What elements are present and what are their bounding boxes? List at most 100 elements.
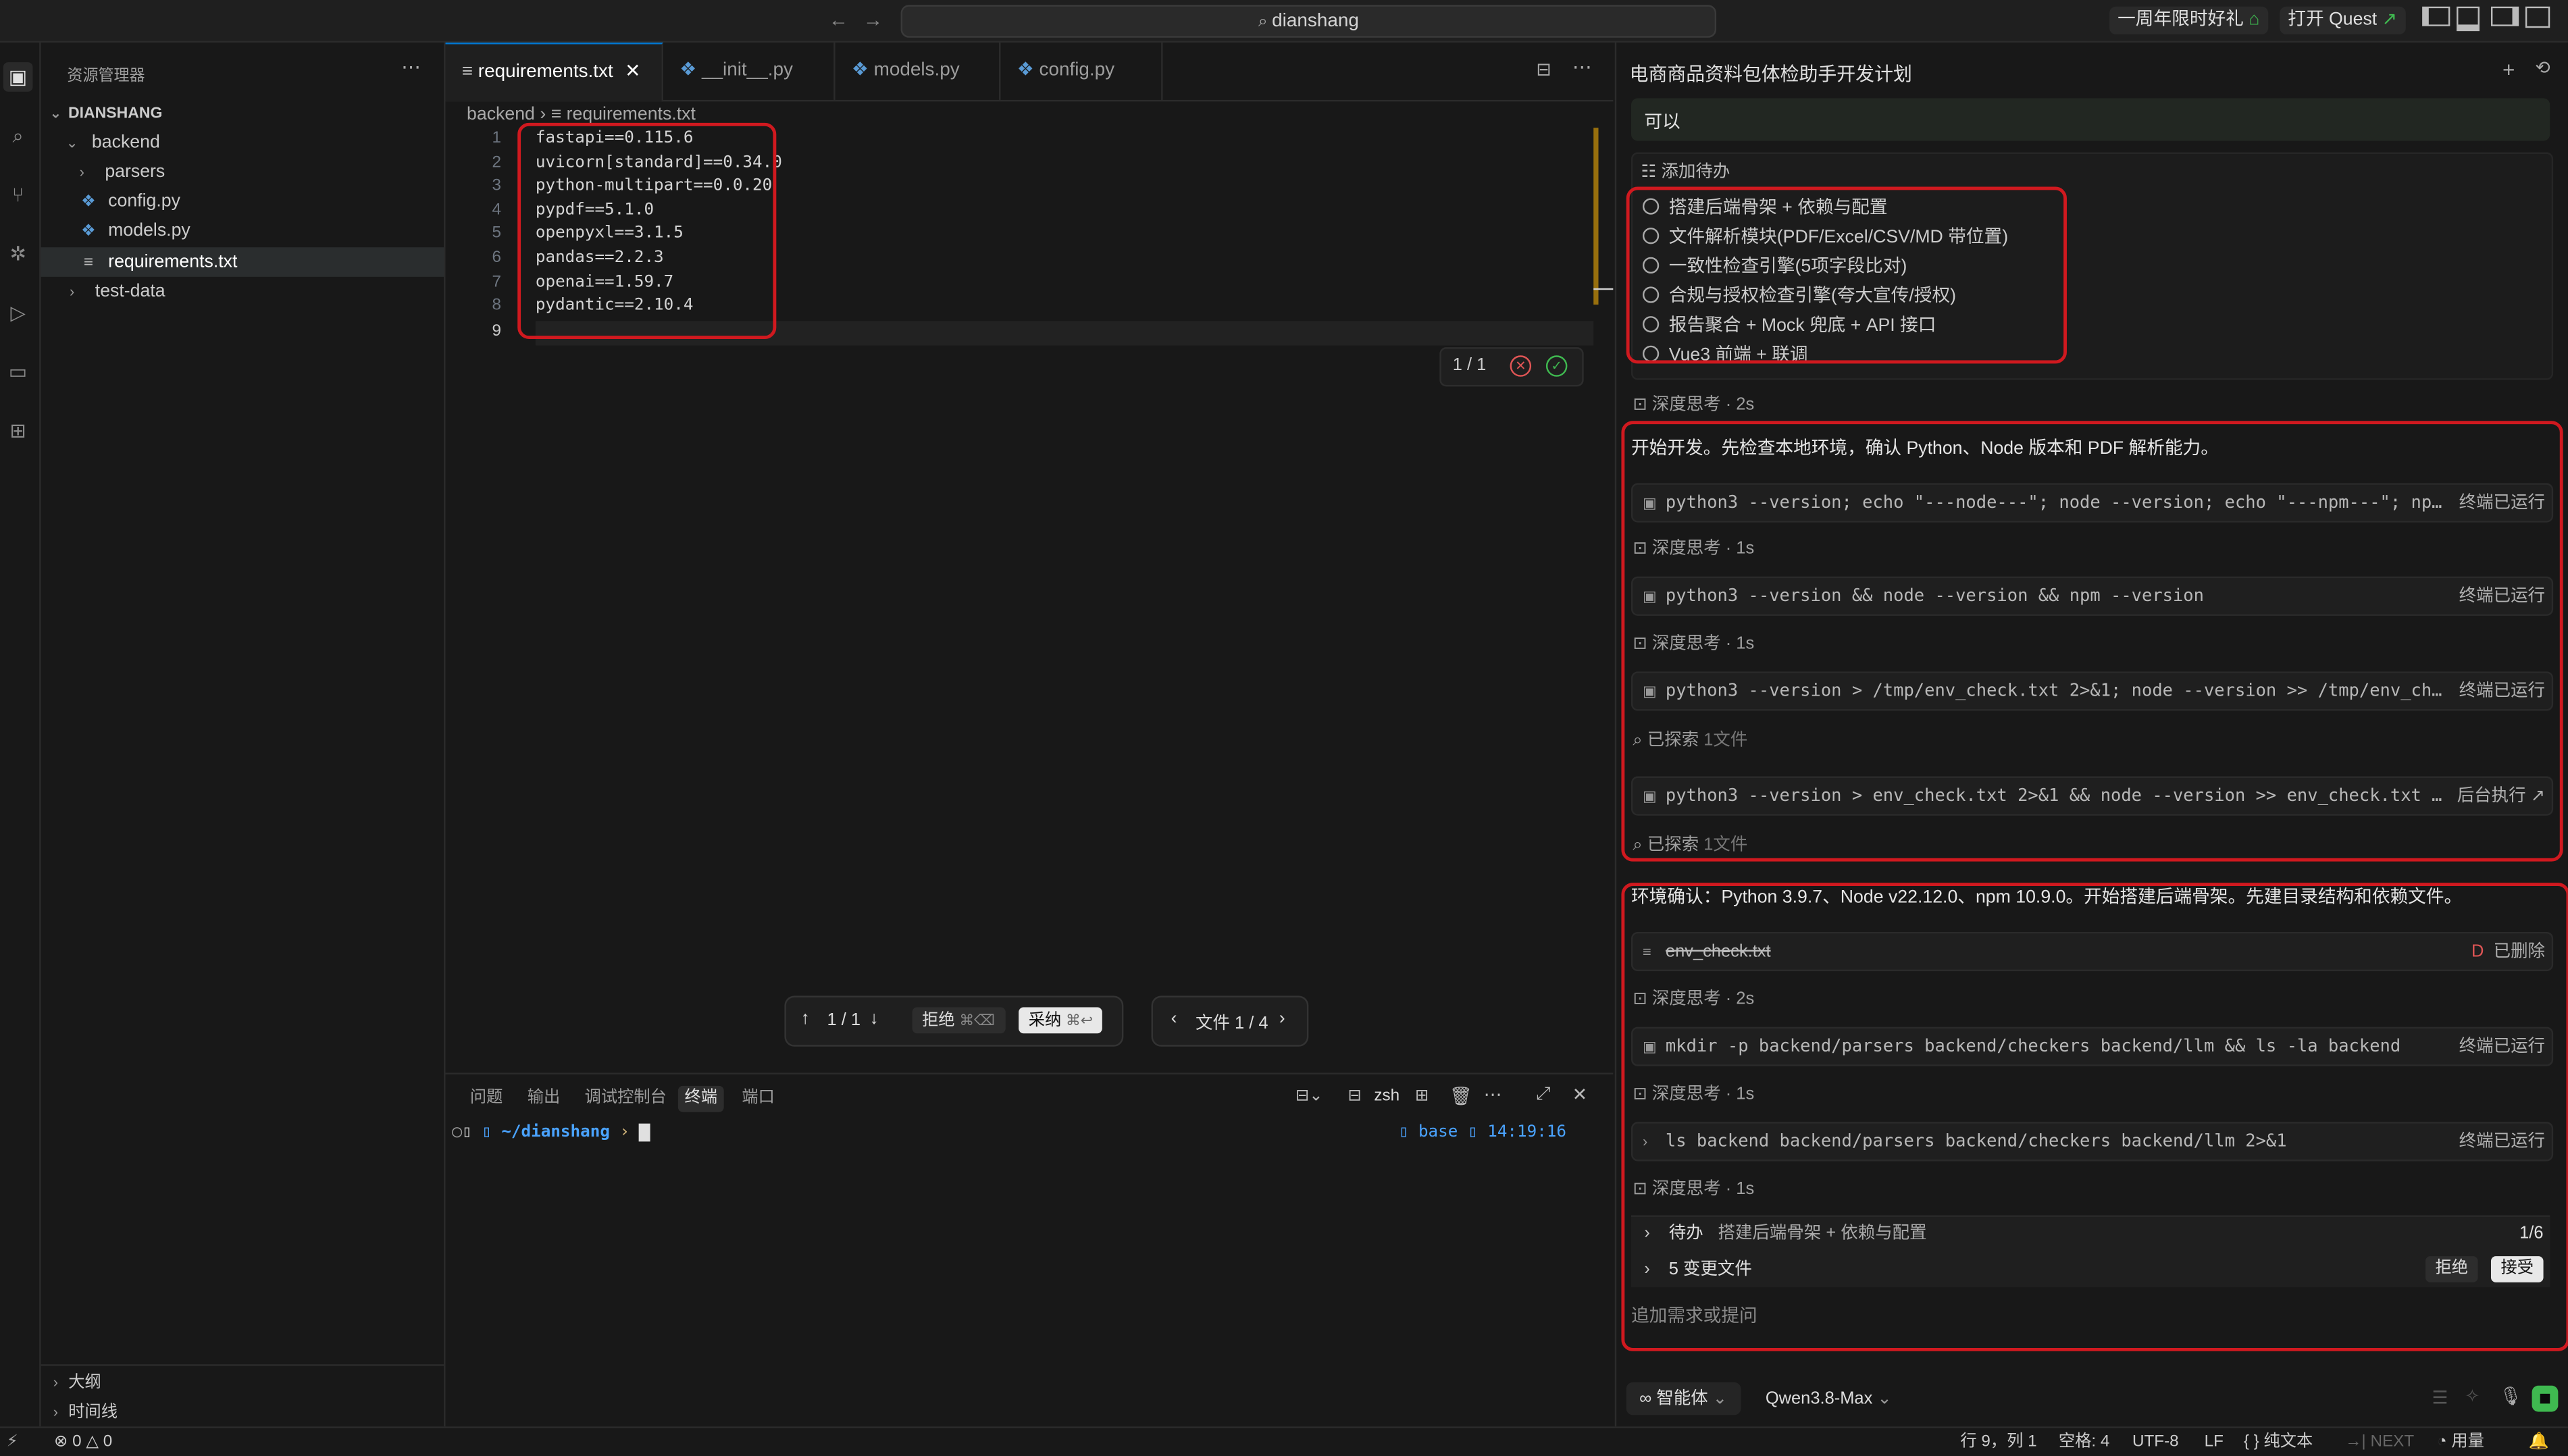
extensions-icon[interactable]: ⊞ [3,416,33,446]
accept-button[interactable]: 采纳 ⌘↩ [1019,1007,1103,1034]
user-message-text: 可以 [1644,113,1680,133]
tab-init-py[interactable]: ❖ __init__.py [663,43,836,100]
new-terminal-icon[interactable]: ⊟⌄ [1295,1087,1323,1106]
close-panel-icon[interactable]: ✕ [1572,1084,1587,1106]
infinity-icon: ∞ [1639,1388,1657,1409]
promo-button[interactable]: 一周年限时好礼 ⌂ [2109,6,2268,34]
tab-output[interactable]: 输出 [521,1086,567,1112]
toggle-secondary-sidebar-icon[interactable] [2490,6,2519,26]
notifications-icon[interactable]: 🔔 [2529,1428,2549,1456]
tree-item-parsers[interactable]: › parsers [41,157,444,187]
tab-ports[interactable]: 端口 [736,1086,781,1112]
accept-shortcut: ⌘↩ [1065,1012,1094,1029]
close-icon[interactable]: ✕ [625,62,640,82]
tab-models-py[interactable]: ❖ models.py [836,43,1001,100]
command-search-input[interactable]: ⌕ dianshang [900,5,1717,38]
usage-indicator[interactable]: ◔ 用量 [2437,1428,2484,1456]
tab-requirements-txt[interactable]: ≡ requirements.txt ✕ [445,43,664,102]
reject-button[interactable]: 拒绝 ⌘⌫ [912,1007,1005,1034]
terminal-shell-icon: ⊟ [1347,1087,1362,1106]
tab-config-py[interactable]: ❖ config.py [1000,43,1163,100]
tree-item-models-py[interactable]: ❖ models.py [41,216,444,246]
run-icon[interactable]: ▷ [3,298,33,328]
timeline-section[interactable]: › 时间线 [41,1397,444,1427]
chevron-right-icon[interactable]: › [1279,1009,1285,1029]
explorer-icon[interactable]: ▣ [3,62,33,92]
source-control-icon[interactable]: ⑂ [3,180,33,210]
reject-shortcut: ⌘⌫ [959,1012,996,1029]
back-arrow-icon[interactable]: ← [829,8,848,31]
tab-terminal[interactable]: 终端 [677,1085,724,1112]
next-indicator[interactable]: →| NEXT [2345,1428,2414,1456]
shell-name[interactable]: zsh [1374,1087,1399,1106]
new-chat-icon[interactable]: + [2502,57,2515,82]
usage-label: 用量 [2451,1433,2484,1451]
toggle-panel-icon[interactable] [2457,6,2480,32]
encoding[interactable]: UTF-8 [2132,1428,2179,1456]
more-actions-icon[interactable]: ⋯ [401,55,421,78]
tree-item-test-data[interactable]: › test-data [41,277,444,307]
end-of-line[interactable]: LF [2205,1428,2224,1456]
terminal-right-prompt: ▯ base ▯ 14:19:16 [1399,1124,1566,1142]
search-icon[interactable]: ⌕ [3,121,33,151]
language-label: 纯文本 [2263,1433,2313,1451]
chevron-left-icon[interactable]: ‹ [1171,1009,1177,1029]
trash-icon[interactable]: 🗑 [1449,1086,1472,1107]
more-actions-icon[interactable]: ⋯ [1572,55,1592,78]
indentation[interactable]: 空格: 4 [2059,1428,2109,1456]
line-number: 8 [492,296,501,315]
chevron-right-icon: › [79,163,84,180]
debug-icon[interactable]: ✲ [3,239,33,269]
tree-item-config-py[interactable]: ❖ config.py [41,186,444,216]
toggle-sidebar-icon[interactable] [2422,6,2450,26]
arrow-down-icon[interactable]: ↓ [870,1009,879,1029]
search-icon: ⌕ [1258,13,1273,32]
add-todo-row[interactable]: ☷ 添加待办 [1641,159,1730,183]
braces-icon: { } [2243,1433,2264,1451]
annotation-box-env-check [1621,421,2563,862]
microphone-icon[interactable]: 🎙 [2499,1386,2522,1407]
breadcrumb-file[interactable]: requirements.txt [567,105,696,124]
thinking-indicator[interactable]: ⊡ 深度思考 · 2s [1633,392,1754,418]
chevron-right-icon: › [53,1374,59,1390]
cursor-position[interactable]: 行 9，列 1 [1960,1428,2036,1456]
terminal-prompt[interactable]: ◯▯ ▯ ~/dianshang › [452,1123,650,1142]
split-editor-icon[interactable]: ⊟ [1536,59,1551,80]
outline-section[interactable]: › 大纲 [41,1368,444,1397]
tab-debug-console[interactable]: 调试控制台 [578,1086,673,1112]
layout-icon[interactable] [2525,6,2550,28]
accept-change-icon[interactable]: ✓ [1545,355,1568,377]
quest-label: 打开 Quest [2288,9,2378,30]
usage-icon: ◔ [2436,1433,2452,1451]
tab-problems[interactable]: 问题 [463,1086,509,1112]
bottom-panel: 问题 输出 调试控制台 终端 端口 ⊟⌄ ⊟ zsh ⊞ 🗑 ⋯ ⤢ ✕ ◯▯ … [445,1072,1614,1428]
forward-arrow-icon[interactable]: → [863,8,883,31]
remote-icon[interactable]: ⚡ [7,1428,18,1456]
model-selector[interactable]: Qwen3.8-Max ⌄ [1766,1382,1892,1415]
activity-bar: ▣ ⌕ ⑂ ✲ ▷ ▭ ⊞ [0,43,41,1427]
tree-item-backend[interactable]: ⌄ backend [41,128,444,157]
error-count: 0 [72,1433,82,1451]
stop-generation-button[interactable] [2532,1385,2559,1412]
workspace-root[interactable]: ⌄ DIANSHANG [41,99,444,128]
text-file-icon: ≡ [461,62,478,82]
search-text: dianshang [1272,11,1359,32]
open-quest-button[interactable]: 打开 Quest ↗ [2280,6,2406,34]
tree-item-requirements-txt[interactable]: ≡ requirements.txt [41,247,444,277]
arrow-up-icon[interactable]: ↑ [801,1009,810,1029]
breadcrumb-folder[interactable]: backend [467,105,535,124]
line-number: 9 [492,322,501,341]
maximize-panel-icon[interactable]: ⤢ [1536,1084,1550,1106]
more-actions-icon[interactable]: ⋯ [1484,1084,1502,1106]
remote-icon[interactable]: ▭ [3,357,33,387]
language-mode[interactable]: { } 纯文本 [2244,1428,2313,1456]
diff-counter: 1 / 1 [1452,355,1487,375]
split-terminal-icon[interactable]: ⊞ [1415,1087,1429,1106]
sparkle-icon[interactable]: ✧ [2465,1386,2480,1407]
context-icon[interactable]: ☰ [2432,1387,2448,1409]
file-counter: 文件 1 / 4 [1196,1014,1268,1034]
agent-mode-selector[interactable]: ∞ 智能体 ⌄ [1626,1382,1741,1415]
reject-change-icon[interactable]: ✕ [1510,355,1532,377]
problems-indicator[interactable]: ⊗ 0 △ 0 [54,1428,112,1456]
history-icon[interactable]: ⟲ [2535,57,2550,78]
